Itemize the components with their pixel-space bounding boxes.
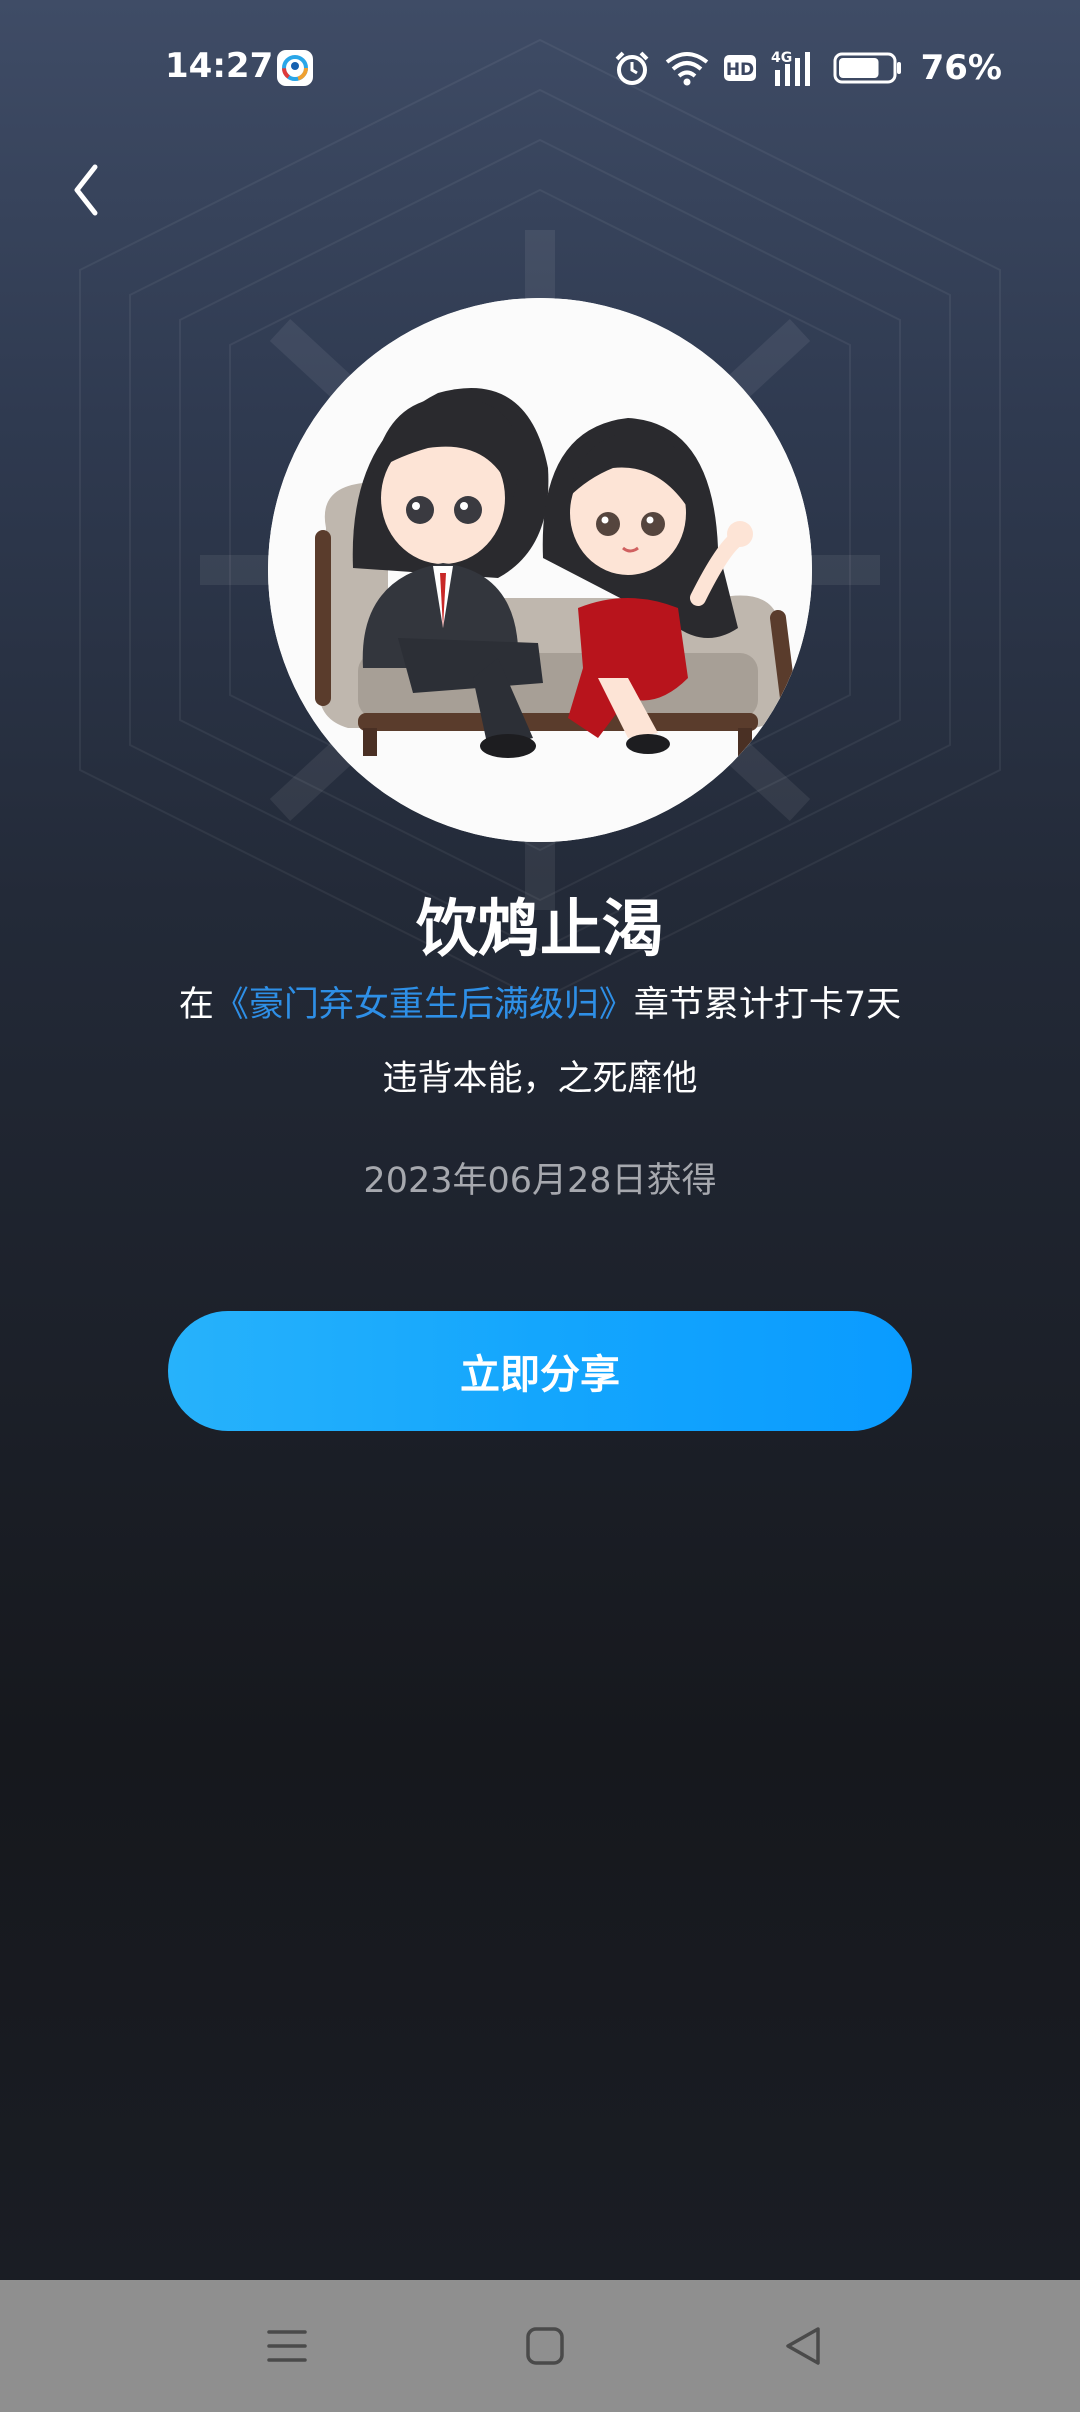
menu-icon	[267, 2330, 307, 2362]
desc-suffix: 章节累计打卡7天	[633, 985, 902, 1025]
wifi-icon	[665, 52, 708, 86]
back-nav-button[interactable]	[763, 2306, 843, 2386]
desc-prefix: 在	[178, 985, 214, 1025]
battery-percent: 76%	[920, 48, 1002, 88]
badge-title: 饮鸩止渴	[415, 892, 664, 965]
badge-description: 在《豪门弃女重生后满级归》章节累计打卡7天	[0, 976, 1080, 1027]
status-bar: 14:27 HD 4G 76%	[0, 0, 1080, 140]
svg-text:HD: HD	[725, 60, 753, 80]
menu-button[interactable]	[247, 2306, 327, 2386]
chevron-left-icon	[74, 164, 98, 216]
back-button[interactable]	[56, 150, 116, 230]
hd-icon: HD	[723, 55, 756, 81]
signal-4g-icon: 4G	[771, 50, 810, 86]
badge-avatar	[268, 298, 812, 842]
svg-text:4G: 4G	[771, 50, 792, 66]
back-triangle-icon	[786, 2327, 820, 2365]
status-icons: HD 4G 76%	[613, 46, 1002, 90]
obtained-date: 2023年06月28日获得	[363, 1161, 717, 1201]
battery-icon	[833, 52, 901, 84]
home-icon	[526, 2327, 564, 2365]
badge-motto: 违背本能，之死靡他	[382, 1059, 698, 1099]
status-time: 14:27	[165, 46, 274, 86]
share-button[interactable]: 立即分享	[168, 1311, 912, 1431]
home-button[interactable]	[505, 2306, 585, 2386]
book-title-link[interactable]: 《豪门弃女重生后满级归》	[214, 985, 634, 1025]
system-nav-bar	[0, 2280, 1080, 2412]
alarm-icon	[615, 51, 649, 85]
app-notification-icon	[277, 50, 313, 86]
